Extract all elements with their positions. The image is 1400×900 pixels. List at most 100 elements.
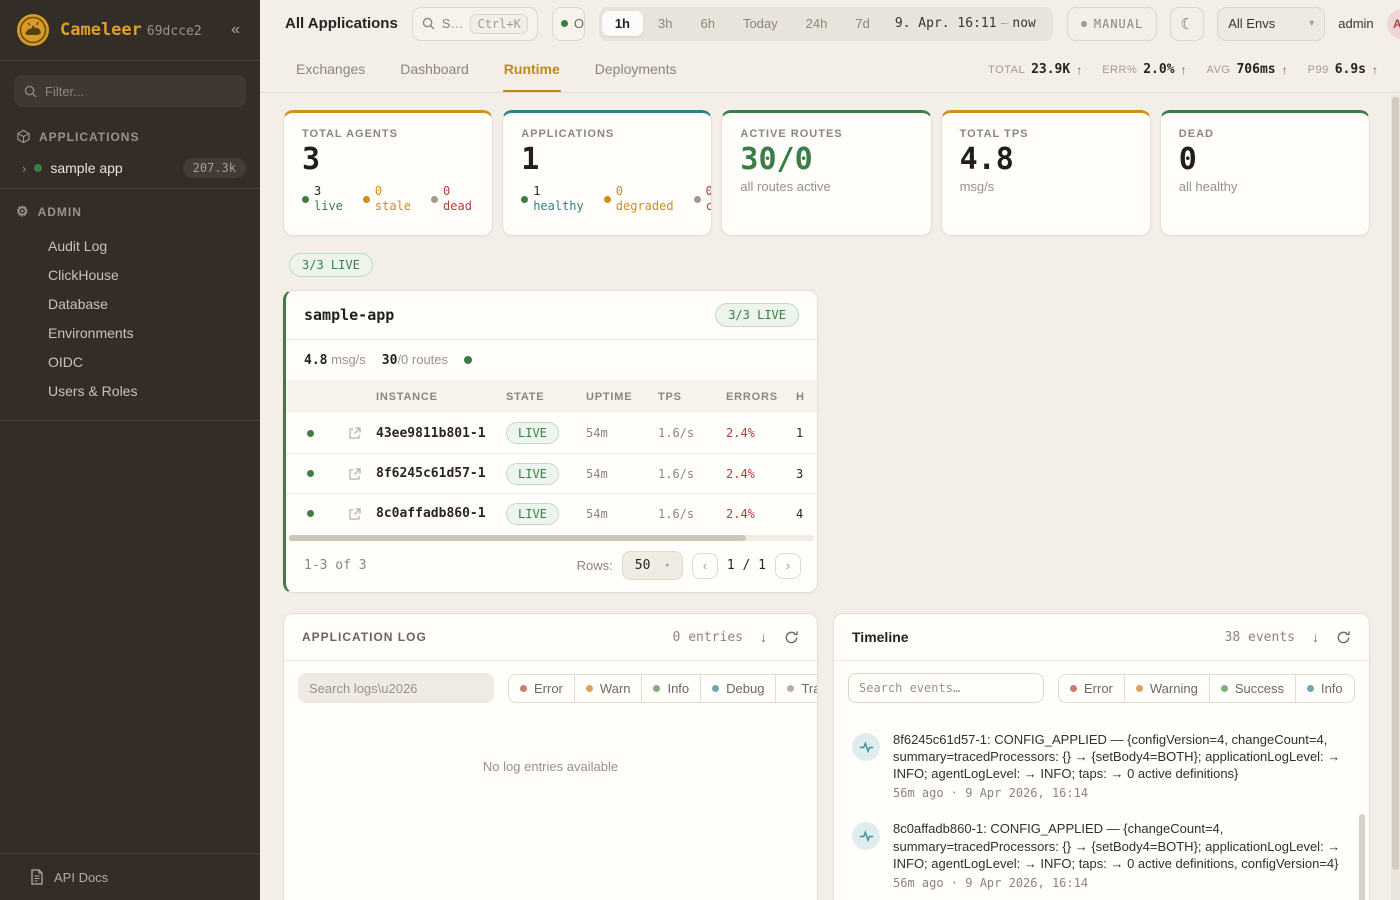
filter-chip-error[interactable]: Error	[1058, 674, 1125, 703]
sidebar-collapse-icon[interactable]: «	[225, 19, 246, 41]
refresh-icon[interactable]	[1336, 630, 1351, 645]
timeline-search-input[interactable]	[848, 673, 1044, 703]
filter-chip-success[interactable]: Success	[1209, 674, 1296, 703]
sidebar-item-database[interactable]: Database	[0, 290, 260, 319]
download-icon[interactable]: ↓	[760, 629, 767, 645]
event-message: 8f6245c61d57-1: CONFIG_APPLIED — {config…	[893, 731, 1343, 782]
scrollbar-thumb[interactable]	[1392, 97, 1399, 870]
range-today[interactable]: Today	[730, 11, 791, 36]
external-link-icon[interactable]	[334, 467, 376, 481]
range-1h[interactable]: 1h	[602, 11, 643, 36]
download-icon[interactable]: ↓	[1312, 629, 1319, 645]
filter-chip-info[interactable]: Info	[1295, 674, 1355, 703]
table-row[interactable]: 8c0affadb860-1 LIVE 54m 1.6/s 2.4% 4	[286, 493, 817, 533]
cube-icon	[16, 129, 31, 144]
prev-page-button[interactable]: ‹	[692, 553, 718, 579]
card-total-tps: TOTAL TPS 4.8 msg/s	[941, 110, 1151, 236]
activity-pulse-icon	[852, 822, 880, 850]
timeline-panel: Timeline 38 events ↓ Error Warning Succe…	[833, 613, 1370, 900]
filter-chip-debug[interactable]: Debug	[700, 674, 776, 703]
sidebar-item-clickhouse[interactable]: ClickHouse	[0, 261, 260, 290]
sidebar-item-oidc[interactable]: OIDC	[0, 348, 260, 377]
log-search-input[interactable]	[298, 673, 494, 703]
arrow-up-icon: ↑	[1076, 63, 1082, 77]
online-dot	[561, 20, 568, 27]
tab-dashboard[interactable]: Dashboard	[399, 47, 470, 92]
status-dot-green	[464, 356, 472, 364]
card-dead: DEAD 0 all healthy	[1160, 110, 1370, 236]
card-total-agents: TOTAL AGENTS 3 3live 0stale 0dead	[283, 110, 493, 236]
global-search-button[interactable]: S… Ctrl+K	[412, 7, 538, 41]
instance-table-body: 43ee9811b801-1 LIVE 54m 1.6/s 2.4% 1 8f6…	[286, 413, 817, 533]
environment-select[interactable]: All Envs ▾	[1217, 7, 1325, 41]
manual-refresh-button[interactable]: MANUAL	[1067, 7, 1157, 41]
scrollbar-thumb[interactable]	[1359, 814, 1365, 900]
filter-chip-warn[interactable]: Warn	[574, 674, 643, 703]
version-label: 69dcce2	[147, 24, 202, 39]
sidebar-item-environments[interactable]: Environments	[0, 319, 260, 348]
filter-input[interactable]	[45, 84, 236, 99]
tab-runtime[interactable]: Runtime	[503, 47, 561, 92]
arrow-up-icon: ↑	[1282, 63, 1288, 77]
main-area: All Applications S… Ctrl+K O 1h 3h 6h To…	[260, 0, 1400, 900]
event-message: 8c0affadb860-1: CONFIG_APPLIED — {change…	[893, 820, 1343, 871]
entries-count: 0 entries	[673, 630, 743, 645]
table-row[interactable]: 43ee9811b801-1 LIVE 54m 1.6/s 2.4% 1	[286, 413, 817, 453]
summary-cards: TOTAL AGENTS 3 3live 0stale 0dead APPLIC…	[283, 110, 1370, 236]
card-applications: APPLICATIONS 1 1healthy 0degraded 0criti…	[502, 110, 712, 236]
state-badge: LIVE	[506, 503, 559, 525]
refresh-icon[interactable]	[784, 630, 799, 645]
rows-per-page-select[interactable]: 50 ▾	[622, 551, 683, 580]
range-24h[interactable]: 24h	[793, 11, 841, 36]
breakdown-live: 3live	[302, 184, 343, 214]
stat-err: ERR%2.0%↑	[1102, 62, 1186, 77]
avatar[interactable]: AD	[1387, 9, 1400, 39]
sidebar-item-users-roles[interactable]: Users & Roles	[0, 377, 260, 406]
range-6h[interactable]: 6h	[687, 11, 727, 36]
breakdown-healthy: 1healthy	[521, 184, 584, 214]
list-item[interactable]: 8f6245c61d57-1: CONFIG_APPLIED — {config…	[834, 721, 1369, 810]
event-timestamp: 56m ago · 9 Apr 2026, 16:14	[893, 786, 1343, 800]
sidebar-item-api-docs[interactable]: API Docs	[0, 853, 260, 900]
divider	[0, 60, 260, 61]
list-item[interactable]: 8c0affadb860-1: CONFIG_APPLIED — {change…	[834, 810, 1369, 899]
app-card-stats: 4.8 msg/s 30/0 routes	[286, 340, 817, 380]
breakdown-critical: 0critical	[694, 184, 713, 214]
external-link-icon[interactable]	[334, 426, 376, 440]
instance-table-header: INSTANCE STATE UPTIME TPS ERRORS H	[286, 380, 817, 413]
chevron-right-icon[interactable]: ›	[22, 161, 26, 176]
status-dot-green	[307, 510, 314, 517]
range-3h[interactable]: 3h	[645, 11, 685, 36]
dark-mode-toggle[interactable]: ☾	[1170, 7, 1204, 41]
empty-state-message: No log entries available	[284, 715, 817, 774]
admin-section-header: ⚙ ADMIN	[0, 197, 260, 226]
sidebar-item-audit-log[interactable]: Audit Log	[0, 232, 260, 261]
row-range-label: 1-3 of 3	[304, 558, 367, 573]
scrollbar-thumb[interactable]	[289, 535, 746, 541]
arrow-up-icon: ↑	[1181, 63, 1187, 77]
gear-icon: ⚙	[16, 203, 30, 220]
filter-chip-warning[interactable]: Warning	[1124, 674, 1210, 703]
filter-chip-info[interactable]: Info	[641, 674, 701, 703]
application-log-panel: APPLICATION LOG 0 entries ↓ Error Warn I…	[283, 613, 818, 900]
range-7d[interactable]: 7d	[842, 11, 882, 36]
card-active-routes: ACTIVE ROUTES 30/0 all routes active	[721, 110, 931, 236]
tab-deployments[interactable]: Deployments	[594, 47, 678, 92]
table-pagination: 1-3 of 3 Rows: 50 ▾ ‹ 1 / 1 ›	[286, 541, 817, 592]
filter-chip-trace[interactable]: Trace	[775, 674, 818, 703]
app-item-label: sample app	[50, 160, 122, 176]
events-count: 38 events	[1225, 630, 1295, 645]
filter-chip-error[interactable]: Error	[508, 674, 575, 703]
top-bar-right: MANUAL ☾ All Envs ▾ admin AD	[1067, 7, 1400, 41]
stat-total: TOTAL23.9K↑	[988, 62, 1082, 77]
next-page-button[interactable]: ›	[775, 553, 801, 579]
tab-exchanges[interactable]: Exchanges	[295, 47, 366, 92]
breakdown-degraded: 0degraded	[604, 184, 674, 214]
table-row[interactable]: 8f6245c61d57-1 LIVE 54m 1.6/s 2.4% 3	[286, 453, 817, 493]
sidebar-item-sample-app[interactable]: › sample app 207.3k	[0, 150, 260, 188]
sidebar: Cameleer69dcce2 « APPLICATIONS › sample …	[0, 0, 260, 900]
online-status-button[interactable]: O	[552, 7, 585, 41]
date-range-display[interactable]: 9. Apr. 16:11—now	[885, 16, 1050, 31]
status-dot-green	[34, 164, 42, 172]
external-link-icon[interactable]	[334, 507, 376, 521]
